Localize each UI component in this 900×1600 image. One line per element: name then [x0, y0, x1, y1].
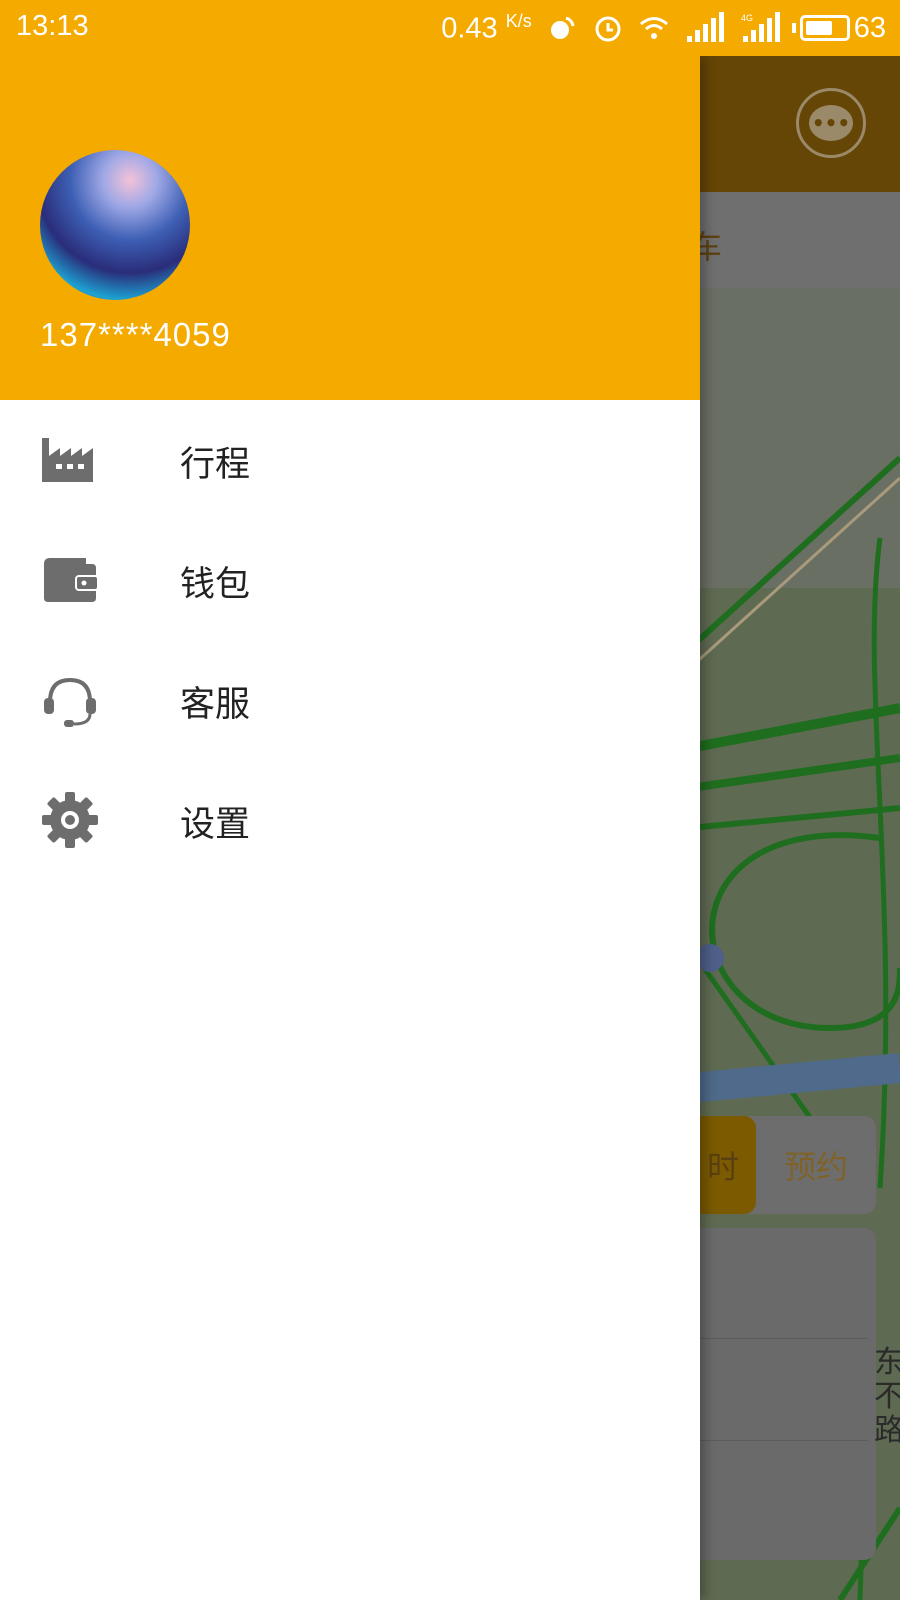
battery-icon [799, 15, 850, 41]
network-speed: 0.43 K/s [441, 11, 532, 46]
svg-text:4G: 4G [741, 13, 753, 23]
avatar[interactable] [40, 150, 190, 300]
gear-icon [42, 792, 98, 848]
wifi-icon [639, 17, 668, 39]
chat-icon: ••• [809, 105, 853, 141]
signal-icon [686, 12, 724, 42]
status-bar: 13:13 0.43 K/s 4G 63 [0, 0, 900, 56]
drawer-menu: 行程 钱包 客服 设置 [0, 400, 700, 880]
divider [690, 1338, 868, 1339]
menu-label-wallet: 钱包 [180, 565, 251, 605]
menu-item-trips[interactable]: 行程 [0, 400, 700, 520]
status-right-group: 0.43 K/s 4G 63 [441, 8, 886, 48]
menu-item-settings[interactable]: 设置 [0, 760, 700, 880]
map-street-label: 东 不 路 [874, 1345, 900, 1448]
navigation-drawer: 137****4059 行程 钱包 客服 设置 [0, 56, 700, 1600]
battery-indicator: 63 [791, 11, 886, 45]
segment-reserve[interactable]: 预约 [760, 1116, 872, 1214]
menu-label-support: 客服 [180, 685, 251, 725]
divider [690, 1440, 868, 1441]
status-time: 13:13 [16, 10, 89, 42]
battery-level: 63 [853, 11, 886, 44]
wallet-icon [44, 558, 99, 602]
headset-icon [44, 677, 96, 727]
battery-nub [791, 23, 796, 33]
factory-icon [42, 438, 93, 482]
signal-4g-icon: 4G [741, 12, 780, 42]
satellite-icon [550, 16, 575, 39]
chat-button[interactable]: ••• [796, 88, 866, 158]
network-speed-value: 0.43 [441, 12, 498, 45]
menu-item-support[interactable]: 客服 [0, 640, 700, 760]
network-speed-unit: K/s [505, 10, 532, 31]
user-phone: 137****4059 [40, 316, 231, 353]
menu-label-settings: 设置 [180, 805, 251, 845]
drawer-header: 137****4059 [0, 56, 700, 400]
menu-label-trips: 行程 [180, 445, 251, 485]
menu-item-wallet[interactable]: 钱包 [0, 520, 700, 640]
alarm-icon [595, 16, 621, 42]
